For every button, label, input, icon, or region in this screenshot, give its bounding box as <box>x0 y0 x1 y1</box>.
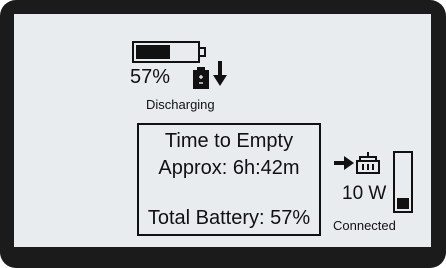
battery-level-bar <box>132 41 200 63</box>
runtime-title: Time to Empty <box>164 130 294 152</box>
total-battery: Total Battery: 57% <box>147 207 311 229</box>
runtime-approx: Approx: 6h:42m <box>158 157 300 179</box>
battery-icon <box>193 67 209 89</box>
lcd-screen: 57% Discharging Time to Empty Approx: 6h… <box>14 14 431 247</box>
battery-terminal <box>200 47 206 57</box>
battery-level-fill <box>136 45 170 59</box>
power-watts: 10 W <box>342 183 387 204</box>
load-level-bar <box>393 151 413 213</box>
device-frame: 57% Discharging Time to Empty Approx: 6h… <box>0 0 446 268</box>
load-level-fill <box>397 198 409 209</box>
connection-status: Connected <box>333 218 396 233</box>
battery-percent: 57% <box>130 66 171 88</box>
power-outlet-icon <box>356 152 380 174</box>
right-arrow-icon <box>334 156 354 170</box>
battery-status: Discharging <box>146 97 215 112</box>
runtime-info-box: Time to Empty Approx: 6h:42m Total Batte… <box>137 123 321 236</box>
down-arrow-icon <box>213 61 227 86</box>
